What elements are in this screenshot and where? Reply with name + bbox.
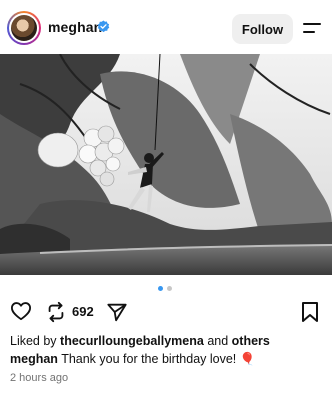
post-header: meghan Follow — [0, 0, 332, 56]
balloon-emoji: 🎈 — [239, 352, 256, 366]
caption-text: Thank you for the birthday love! — [61, 352, 237, 366]
follow-button[interactable]: Follow — [232, 14, 293, 44]
carousel-indicator — [0, 286, 332, 292]
caption: meghan Thank you for the birthday love! … — [10, 352, 255, 367]
repost-count: 692 — [72, 304, 94, 319]
liked-by-line: Liked by thecurllounge​ballymena and oth… — [10, 334, 270, 348]
bookmark-icon[interactable] — [301, 301, 319, 323]
username[interactable]: meghan — [48, 19, 102, 35]
liked-by-and: and — [207, 334, 229, 348]
send-icon[interactable] — [106, 301, 128, 323]
repost-icon[interactable] — [45, 301, 67, 323]
post-timestamp: 2 hours ago — [10, 372, 69, 384]
liked-by-others[interactable]: others — [232, 334, 270, 348]
liked-by-prefix: Liked by — [10, 334, 57, 348]
post-actions: 692 — [0, 298, 332, 326]
avatar[interactable] — [7, 11, 41, 45]
verified-badge-icon — [97, 20, 110, 33]
avatar-photo — [11, 15, 37, 41]
post-image[interactable] — [0, 54, 332, 275]
carousel-dot-active — [158, 286, 163, 291]
menu-icon[interactable] — [302, 20, 322, 36]
heart-icon[interactable] — [10, 301, 32, 321]
liked-by-username[interactable]: thecurllounge​ballymena — [60, 334, 204, 348]
carousel-dot — [167, 286, 172, 291]
caption-username[interactable]: meghan — [10, 352, 58, 366]
post-photo — [0, 54, 332, 275]
